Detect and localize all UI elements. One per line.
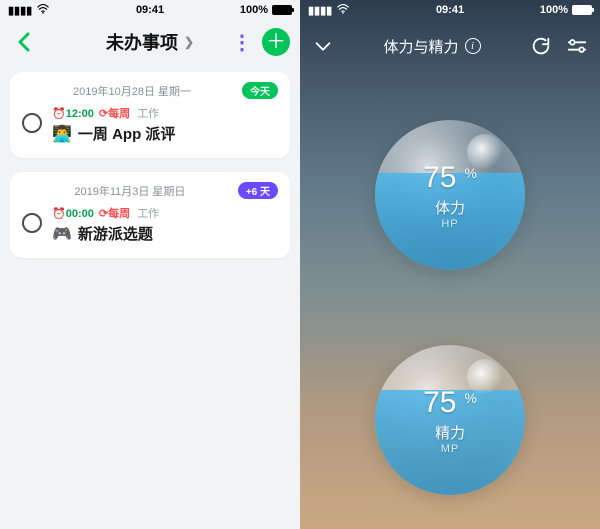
task-meta: ⏰00:00 ⟳每周 工作 xyxy=(52,205,159,221)
task-list: 2019年10月28日 星期一 今天 ⏰12:00 ⟳每周 工作 👨‍💻 一周 … xyxy=(0,64,300,529)
task-context: 工作 xyxy=(137,208,159,220)
signal-icon: ▮▮▮▮ xyxy=(8,4,32,17)
wifi-icon xyxy=(36,4,50,17)
add-button[interactable]: ＋ xyxy=(262,28,290,56)
chevron-right-icon: ❯ xyxy=(184,35,194,49)
mp-bubble[interactable]: 75% 精力 MP xyxy=(375,345,525,495)
hp-sub: HP xyxy=(423,218,477,230)
battery-icon xyxy=(272,5,292,15)
card-date: 2019年11月3日 星期日 xyxy=(22,183,238,199)
hp-unit: % xyxy=(464,165,476,181)
task-title: 🎮 新游派选题 xyxy=(52,223,159,244)
mp-unit: % xyxy=(464,390,476,406)
todo-app-screen: ▮▮▮▮ 09:41 100% 未办事项 ❯ ⋮ ＋ 2019年10月28日 星 xyxy=(0,0,300,529)
task-title: 👨‍💻 一周 App 派评 xyxy=(52,123,175,144)
task-emoji: 👨‍💻 xyxy=(52,124,72,144)
battery-icon xyxy=(572,5,592,15)
task-emoji: 🎮 xyxy=(52,224,72,244)
status-time: 09:41 xyxy=(103,4,198,16)
refresh-button[interactable] xyxy=(530,35,552,57)
card-date: 2019年10月28日 星期一 xyxy=(22,83,242,99)
wifi-icon xyxy=(336,4,350,17)
repeat-icon: ⟳ xyxy=(99,108,108,120)
hp-value: 75 xyxy=(423,161,456,195)
task-context: 工作 xyxy=(137,108,159,120)
collapse-button[interactable] xyxy=(312,35,334,57)
more-button[interactable]: ⋮ xyxy=(228,28,256,56)
task-checkbox[interactable] xyxy=(22,213,42,233)
task-card[interactable]: 2019年11月3日 星期日 +6 天 ⏰00:00 ⟳每周 工作 🎮 新游派选… xyxy=(10,172,290,258)
battery-pct: 100% xyxy=(240,4,268,16)
stats-title: 体力与精力 i xyxy=(334,36,530,57)
mp-label: 精力 xyxy=(423,422,477,443)
status-bar: ▮▮▮▮ 09:41 100% xyxy=(300,0,600,20)
hp-bubble[interactable]: 75% 体力 HP xyxy=(375,120,525,270)
alarm-icon: ⏰ xyxy=(52,108,66,120)
back-button[interactable] xyxy=(10,28,38,56)
signal-icon: ▮▮▮▮ xyxy=(308,4,332,17)
mp-value: 75 xyxy=(423,386,456,420)
stats-top-bar: 体力与精力 i xyxy=(300,26,600,66)
status-time: 09:41 xyxy=(403,4,498,16)
hp-label: 体力 xyxy=(423,197,477,218)
page-title[interactable]: 未办事项 ❯ xyxy=(106,29,194,55)
task-card[interactable]: 2019年10月28日 星期一 今天 ⏰12:00 ⟳每周 工作 👨‍💻 一周 … xyxy=(10,72,290,158)
task-meta: ⏰12:00 ⟳每周 工作 xyxy=(52,105,175,121)
page-title-text: 未办事项 xyxy=(106,29,178,55)
mp-sub: MP xyxy=(423,443,477,455)
card-badge: +6 天 xyxy=(238,182,278,199)
settings-button[interactable] xyxy=(566,35,588,57)
info-icon[interactable]: i xyxy=(465,38,481,54)
task-checkbox[interactable] xyxy=(22,113,42,133)
stats-app-screen: ▮▮▮▮ 09:41 100% 体力与精力 i xyxy=(300,0,600,529)
status-bar: ▮▮▮▮ 09:41 100% xyxy=(0,0,300,20)
bubble-area: 75% 体力 HP 75% 精力 MP xyxy=(300,85,600,529)
card-badge: 今天 xyxy=(242,82,278,99)
repeat-icon: ⟳ xyxy=(99,208,108,220)
nav-bar: 未办事项 ❯ ⋮ ＋ xyxy=(0,20,300,64)
alarm-icon: ⏰ xyxy=(52,208,66,220)
battery-pct: 100% xyxy=(540,4,568,16)
